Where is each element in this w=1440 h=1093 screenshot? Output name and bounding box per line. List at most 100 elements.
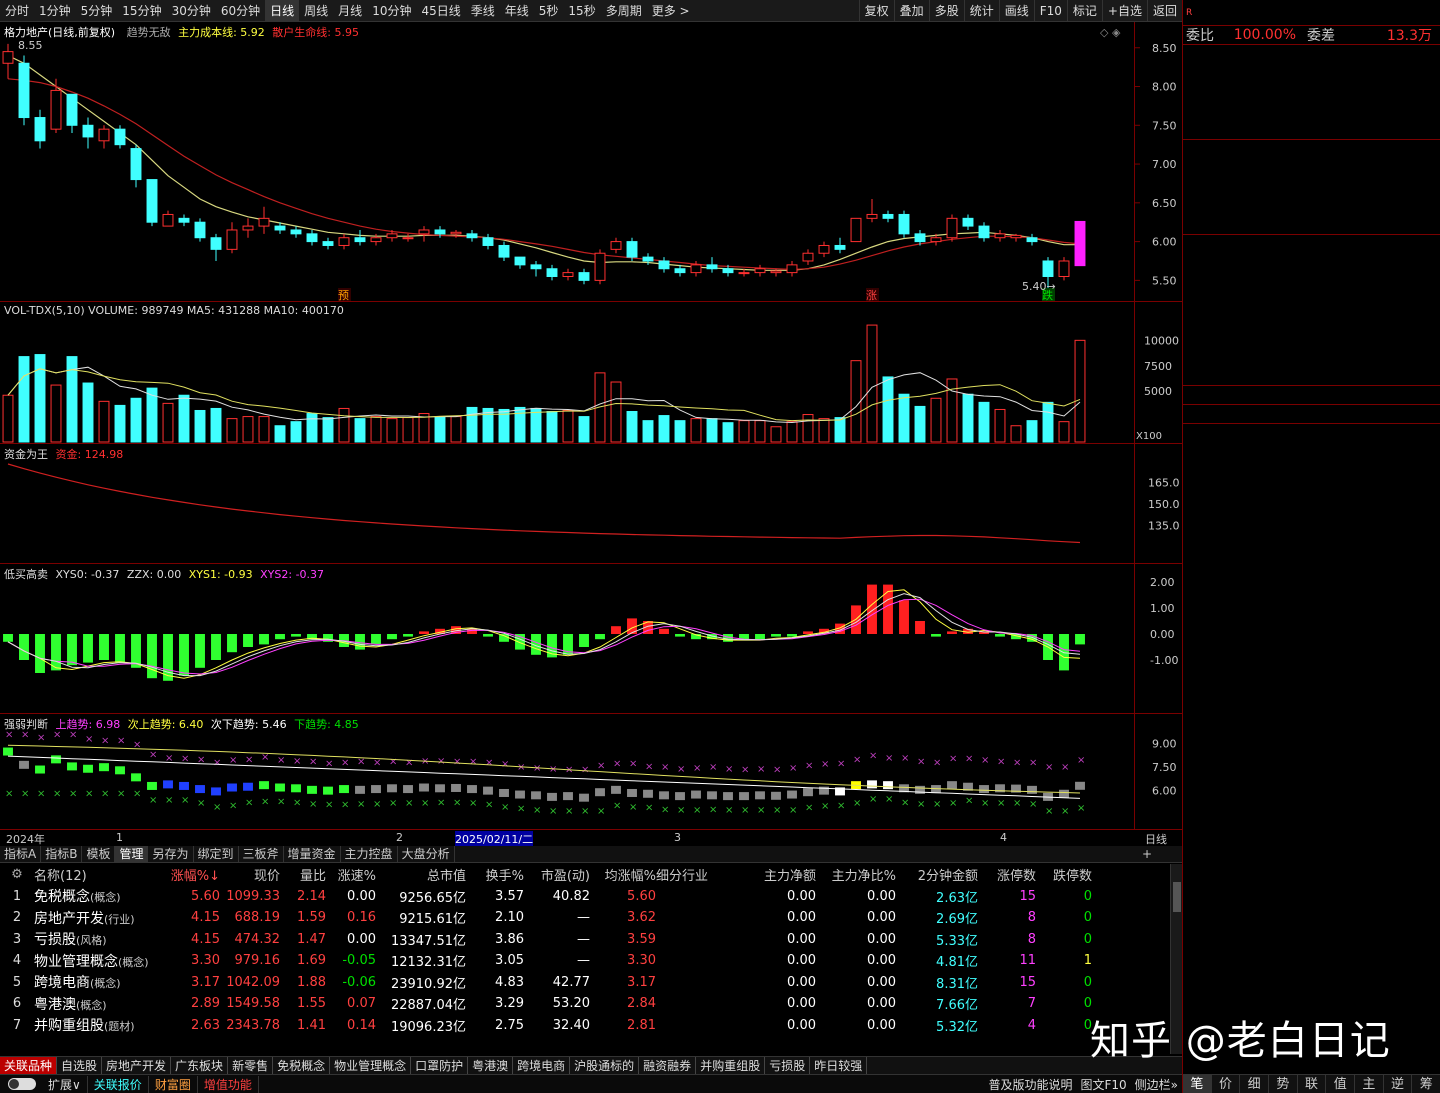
tool-4[interactable]: 画线 [998,0,1034,22]
col-header-10[interactable]: 主力净额 [736,865,816,884]
tool-6[interactable]: 标记 [1066,0,1102,22]
col-header-2[interactable]: 现价 [220,865,280,884]
period-9[interactable]: 10分钟 [367,0,416,22]
col-header-4[interactable]: 涨速% [326,865,376,884]
period-6[interactable]: 日线 [265,0,300,22]
related-tab-9[interactable]: 跨境电商 [513,1057,571,1074]
col-header-11[interactable]: 主力净比% [816,865,896,884]
period-15[interactable]: 多周期 [601,0,647,22]
tool-8[interactable]: 返回 [1146,0,1182,22]
related-tab-13[interactable]: 亏损股 [765,1057,811,1074]
add-tab-button[interactable]: + [1138,846,1182,862]
fund-panel[interactable]: 资金为王 资金: 124.98 165.0 150.0 135.0 [0,444,1182,564]
related-tab-0[interactable]: 关联品种 [0,1057,58,1074]
indicator-tab-1[interactable]: 指标B [41,846,83,862]
status-right-0[interactable]: 普及版功能说明 [984,1076,1076,1093]
related-tab-5[interactable]: 免税概念 [273,1057,331,1074]
table-row[interactable]: 3 亏损股(风格) 4.15 474.32 1.47 0.00 13347.51亿 3.86 —… [0,929,1170,951]
related-tab-8[interactable]: 粤港澳 [468,1057,514,1074]
period-8[interactable]: 月线 [333,0,367,22]
scroll-thumb[interactable] [1173,882,1181,912]
period-10[interactable]: 45日线 [416,0,465,22]
settings-gear-icon[interactable]: ⚙ [0,867,34,882]
col-header-12[interactable]: 2分钟金额 [896,865,978,884]
sector-name[interactable]: 并购重组股(题材) [34,1015,170,1035]
period-2[interactable]: 5分钟 [76,0,118,22]
indicator-tab-3[interactable]: 管理 [115,846,149,862]
status-item-0[interactable]: 扩展∨ [42,1075,88,1093]
related-tab-10[interactable]: 沪股通标的 [570,1057,640,1074]
table-row[interactable]: 1 免税概念(概念) 5.60 1099.33 2.14 0.00 9256.65亿 3.57… [0,886,1170,908]
quote-tab-7[interactable]: 逆 [1384,1075,1413,1093]
period-13[interactable]: 5秒 [534,0,564,22]
bid-row[interactable] [1183,215,1440,234]
quote-tab-4[interactable]: 联 [1298,1075,1327,1093]
period-0[interactable]: 分时 [0,0,34,22]
related-tab-3[interactable]: 广东板块 [171,1057,229,1074]
tool-1[interactable]: 叠加 [893,0,929,22]
col-header-6[interactable]: 换手% [466,865,524,884]
col-header-5[interactable]: 总市值 [376,865,466,884]
col-header-0[interactable]: 名称(12) [34,865,170,884]
renewal-ad[interactable] [1183,386,1440,406]
quote-tab-5[interactable]: 值 [1326,1075,1356,1093]
time-unit[interactable]: 日线 [1145,831,1167,847]
quote-tab-0[interactable]: 笔 [1183,1075,1212,1093]
table-row[interactable]: 5 跨境电商(概念) 3.17 1042.09 1.88 -0.06 23910.92亿 4.… [0,972,1170,994]
period-3[interactable]: 15分钟 [117,0,166,22]
col-header-7[interactable]: 市盈(动) [524,865,590,884]
table-row[interactable]: 6 粤港澳(概念) 2.89 1549.58 1.55 0.07 22887.04亿 3.29… [0,993,1170,1015]
related-tab-4[interactable]: 新零售 [228,1057,274,1074]
period-7[interactable]: 周线 [299,0,333,22]
status-right-2[interactable]: 侧边栏» [1131,1076,1182,1093]
buy-sell-panel[interactable]: 低买高卖 XYS0: -0.37 ZZX: 0.00 XYS1: -0.93 X… [0,564,1182,714]
indicator-tab-5[interactable]: 绑定到 [194,846,239,862]
col-header-14[interactable]: 跌停数 [1036,865,1092,884]
status-item-3[interactable]: 增值功能 [198,1075,259,1093]
bid-row[interactable] [1183,178,1440,197]
tool-2[interactable]: 多股 [928,0,964,22]
quote-tab-3[interactable]: 势 [1269,1075,1298,1093]
table-row[interactable]: 4 物业管理概念(概念) 3.30 979.16 1.69 -0.05 12132.31亿 3… [0,950,1170,972]
quote-tab-2[interactable]: 细 [1240,1075,1270,1093]
related-tab-7[interactable]: 口罩防护 [411,1057,469,1074]
related-tab-12[interactable]: 并购重组股 [696,1057,766,1074]
indicator-tab-4[interactable]: 另存为 [148,846,194,862]
sector-name[interactable]: 免税概念(概念) [34,886,170,906]
indicator-tab-2[interactable]: 模板 [82,846,116,862]
indicator-tab-0[interactable]: 指标A [0,846,42,862]
table-row[interactable]: 2 房地产开发(行业) 4.15 688.19 1.59 0.16 9215.61亿 2.10… [0,907,1170,929]
col-header-13[interactable]: 涨停数 [978,865,1036,884]
strength-panel[interactable]: 强弱判断 上趋势: 6.98 次上趋势: 6.40 次下趋势: 5.46 下趋势… [0,714,1182,829]
indicator-tab-7[interactable]: 增量资金 [284,846,341,862]
bid-row[interactable] [1183,196,1440,215]
kline-panel[interactable]: 格力地产(日线,前复权) 趋势无敌 主力成本线: 5.92 散户生命线: 5.9… [0,22,1182,302]
sector-name[interactable]: 亏损股(风格) [34,929,170,949]
period-16[interactable]: 更多 > [647,0,695,22]
sector-name[interactable]: 房地产开发(行业) [34,908,170,928]
quote-tab-6[interactable]: 主 [1355,1075,1384,1093]
col-header-8[interactable]: 均涨幅% [590,865,656,884]
toggle-switch[interactable] [8,1078,36,1090]
related-tab-1[interactable]: 自选股 [57,1057,103,1074]
related-tab-6[interactable]: 物业管理概念 [330,1057,412,1074]
period-12[interactable]: 年线 [500,0,534,22]
related-tab-11[interactable]: 融资融券 [639,1057,697,1074]
bid-row[interactable] [1183,140,1440,159]
period-11[interactable]: 季线 [466,0,500,22]
period-1[interactable]: 1分钟 [34,0,76,22]
indicator-tab-6[interactable]: 三板斧 [239,846,284,862]
quote-tab-8[interactable]: 筹 [1412,1075,1440,1093]
related-tab-2[interactable]: 房地产开发 [102,1057,172,1074]
col-header-1[interactable]: 涨幅%↓ [170,865,220,884]
status-item-2[interactable]: 财富圈 [149,1075,198,1093]
period-5[interactable]: 60分钟 [216,0,265,22]
sector-name[interactable]: 物业管理概念(概念) [34,951,170,971]
period-14[interactable]: 15秒 [563,0,600,22]
tool-0[interactable]: 复权 [858,0,894,22]
volume-panel[interactable]: VOL-TDX(5,10) VOLUME: 989749 MA5: 431288… [0,302,1182,444]
tool-3[interactable]: 统计 [963,0,999,22]
tool-7[interactable]: +自选 [1101,0,1147,22]
period-4[interactable]: 30分钟 [167,0,216,22]
indicator-tab-9[interactable]: 大盘分析 [398,846,455,862]
